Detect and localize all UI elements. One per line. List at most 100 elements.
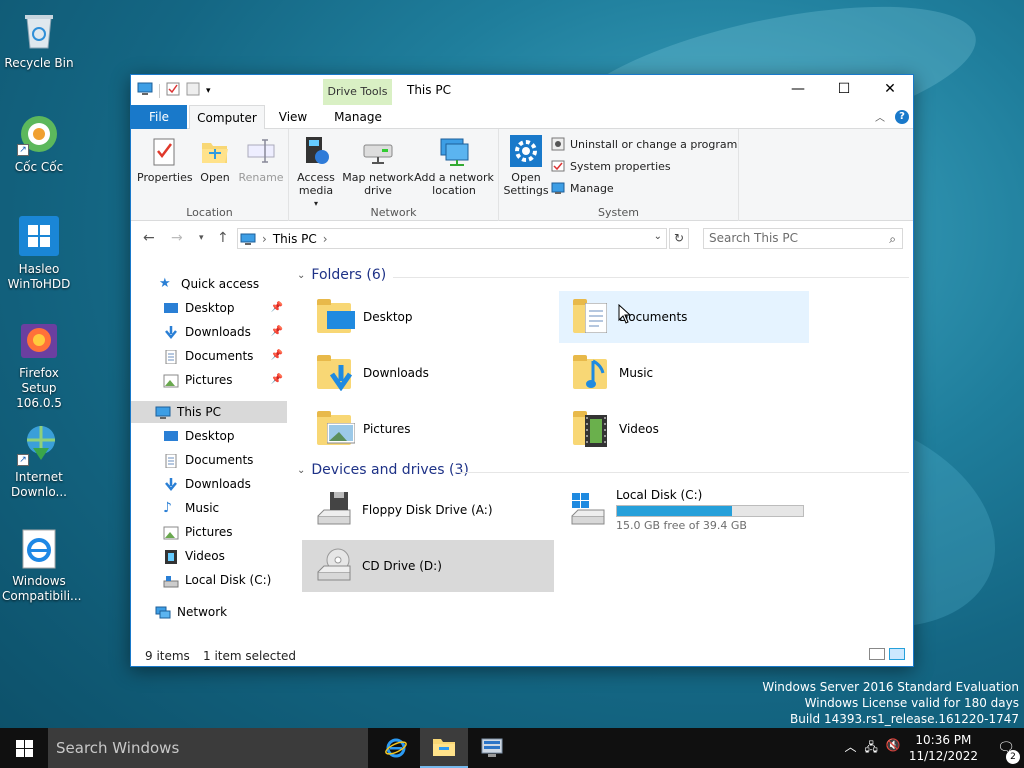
drive-tile-floppy[interactable]: Floppy Disk Drive (A:) <box>302 484 552 536</box>
forward-arrow-icon[interactable]: → <box>171 230 183 246</box>
rename-button[interactable]: Rename <box>237 135 285 184</box>
folder-tile-downloads[interactable]: Downloads <box>303 347 553 399</box>
taskbar-search-input[interactable]: Search Windows <box>48 728 368 768</box>
nav-pc-documents[interactable]: Documents <box>131 449 287 471</box>
desktop-icon <box>163 301 179 315</box>
properties-button[interactable]: Properties <box>137 135 193 184</box>
media-icon <box>300 135 332 167</box>
nav-this-pc[interactable]: This PC <box>131 401 287 423</box>
taskbar-app-file-explorer[interactable] <box>420 728 468 768</box>
access-media-button[interactable]: Access media ▾ <box>293 135 339 210</box>
desktop-icon-recycle-bin[interactable]: Recycle Bin <box>2 8 76 71</box>
back-arrow-icon[interactable]: ← <box>143 230 155 246</box>
taskbar-app-server-manager[interactable] <box>468 728 516 768</box>
speaker-muted-icon[interactable]: 🔇 <box>886 738 901 759</box>
nav-quick-desktop[interactable]: Desktop 📌 <box>131 297 287 319</box>
folder-tile-pictures[interactable]: Pictures <box>303 403 553 455</box>
local-disk-icon <box>568 490 608 530</box>
nav-quick-access[interactable]: ★ Quick access <box>131 273 287 295</box>
ribbon: Properties Open Rename Location Access m… <box>131 129 913 221</box>
start-button[interactable] <box>0 728 48 768</box>
videos-folder-icon <box>571 409 611 449</box>
ribbon-tabs: File Computer View Manage ︿ ? <box>131 105 913 130</box>
open-button[interactable]: Open <box>195 135 235 184</box>
tab-file[interactable]: File <box>131 105 187 129</box>
desktop-icon-hasleo[interactable]: Hasleo WinToHDD <box>2 214 76 292</box>
folder-tile-videos[interactable]: Videos <box>559 403 809 455</box>
desktop-icon-windows-compat[interactable]: Windows Compatibili... <box>2 526 82 604</box>
quick-access-toolbar: ▾ <box>137 82 211 99</box>
desktop-icon-firefox-setup[interactable]: Firefox Setup 106.0.5 <box>2 318 76 411</box>
collapse-ribbon-icon[interactable]: ︿ <box>875 109 885 124</box>
chevron-up-icon[interactable]: ︿ <box>844 738 856 759</box>
computer-icon <box>240 233 256 245</box>
folder-tile-music[interactable]: Music <box>559 347 809 399</box>
recent-locations-chevron-icon[interactable]: ▾ <box>199 233 204 243</box>
gear-icon <box>510 135 542 167</box>
nav-pc-videos[interactable]: Videos <box>131 545 287 567</box>
address-dropdown-icon[interactable]: ⌄ <box>654 231 662 242</box>
details-view-icon[interactable] <box>869 648 885 660</box>
document-icon <box>163 453 179 469</box>
help-icon[interactable]: ? <box>895 109 909 124</box>
add-network-location-button[interactable]: Add a network location <box>413 135 495 197</box>
pin-icon: 📌 <box>270 326 283 337</box>
nav-pc-local-disk[interactable]: Local Disk (C:) <box>131 569 287 591</box>
group-header-folders[interactable]: ⌄ Folders (6) <box>297 267 386 283</box>
desktop-icon-coc-coc[interactable]: ↗ Cốc Cốc <box>2 112 76 175</box>
breadcrumb-this-pc[interactable]: This PC <box>273 232 317 246</box>
desktop-folder-icon <box>315 297 355 337</box>
customize-qat-icon[interactable]: ▾ <box>206 86 211 96</box>
breadcrumb-chevron-icon[interactable]: › <box>323 232 328 246</box>
taskbar-app-internet-explorer[interactable] <box>372 728 420 768</box>
close-button[interactable]: ✕ <box>867 75 913 104</box>
drive-tile-local-disk[interactable]: Local Disk (C:) 15.0 GB free of 39.4 GB <box>556 484 806 536</box>
tab-manage[interactable]: Manage <box>325 105 391 129</box>
drive-tile-cd[interactable]: CD Drive (D:) <box>302 540 554 592</box>
nav-network[interactable]: Network <box>131 601 287 623</box>
folder-tile-documents[interactable]: Documents <box>559 291 809 343</box>
address-box[interactable]: › This PC › ⌄ <box>237 228 667 249</box>
desktop-icon-label: Recycle Bin <box>4 56 74 70</box>
navigation-pane: ★ Quick access Desktop 📌 Downloads 📌 Doc… <box>131 255 287 643</box>
nav-quick-downloads[interactable]: Downloads 📌 <box>131 321 287 343</box>
uninstall-program-button[interactable]: Uninstall or change a program <box>551 137 737 151</box>
nav-quick-documents[interactable]: Documents 📌 <box>131 345 287 367</box>
folder-tile-desktop[interactable]: Desktop <box>303 291 553 343</box>
system-properties-button[interactable]: System properties <box>551 159 671 173</box>
cd-drive-icon <box>314 546 354 586</box>
new-folder-qat-icon[interactable] <box>186 82 200 99</box>
search-input[interactable]: Search This PC ⌕ <box>703 228 903 249</box>
action-center-button[interactable]: 🗨 2 <box>988 740 1024 764</box>
properties-icon <box>148 135 180 167</box>
group-header-devices[interactable]: ⌄ Devices and drives (3) <box>297 462 469 478</box>
map-network-drive-button[interactable]: Map network drive <box>341 135 415 197</box>
hard-drive-icon <box>163 573 179 588</box>
tab-view[interactable]: View <box>271 105 315 129</box>
desktop-icon-internet-download[interactable]: ↗ Internet Downlo... <box>2 422 76 500</box>
nav-pc-pictures[interactable]: Pictures <box>131 521 287 543</box>
nav-pc-downloads[interactable]: Downloads <box>131 473 287 495</box>
manage-button[interactable]: Manage <box>551 181 614 195</box>
up-arrow-icon[interactable]: ↑ <box>217 230 229 246</box>
network-status-icon[interactable]: 🖧 <box>864 738 877 759</box>
tab-computer[interactable]: Computer <box>189 105 265 130</box>
minimize-button[interactable]: — <box>775 75 821 104</box>
properties-qat-icon[interactable] <box>166 82 180 99</box>
nav-pc-desktop[interactable]: Desktop <box>131 425 287 447</box>
maximize-button[interactable]: ☐ <box>821 75 867 104</box>
title-bar[interactable]: ▾ Drive Tools This PC — ☐ ✕ <box>131 75 913 105</box>
desktop-icon-label: Windows Compatibili... <box>2 574 82 603</box>
firefox-icon <box>17 318 61 362</box>
nav-quick-pictures[interactable]: Pictures 📌 <box>131 369 287 391</box>
folder-icon <box>433 739 455 756</box>
refresh-icon[interactable]: ↻ <box>669 228 689 249</box>
clock[interactable]: 10:36 PM 11/12/2022 <box>909 732 978 764</box>
network-icon <box>155 605 171 619</box>
nav-pc-music[interactable]: ♪ Music <box>131 497 287 519</box>
ribbon-group-label: System <box>597 206 640 219</box>
open-settings-button[interactable]: Open Settings <box>503 135 549 197</box>
desktop-icon-label: Cốc Cốc <box>14 160 64 174</box>
chevron-down-icon: ⌄ <box>297 269 306 281</box>
large-icons-view-icon[interactable] <box>889 648 905 660</box>
